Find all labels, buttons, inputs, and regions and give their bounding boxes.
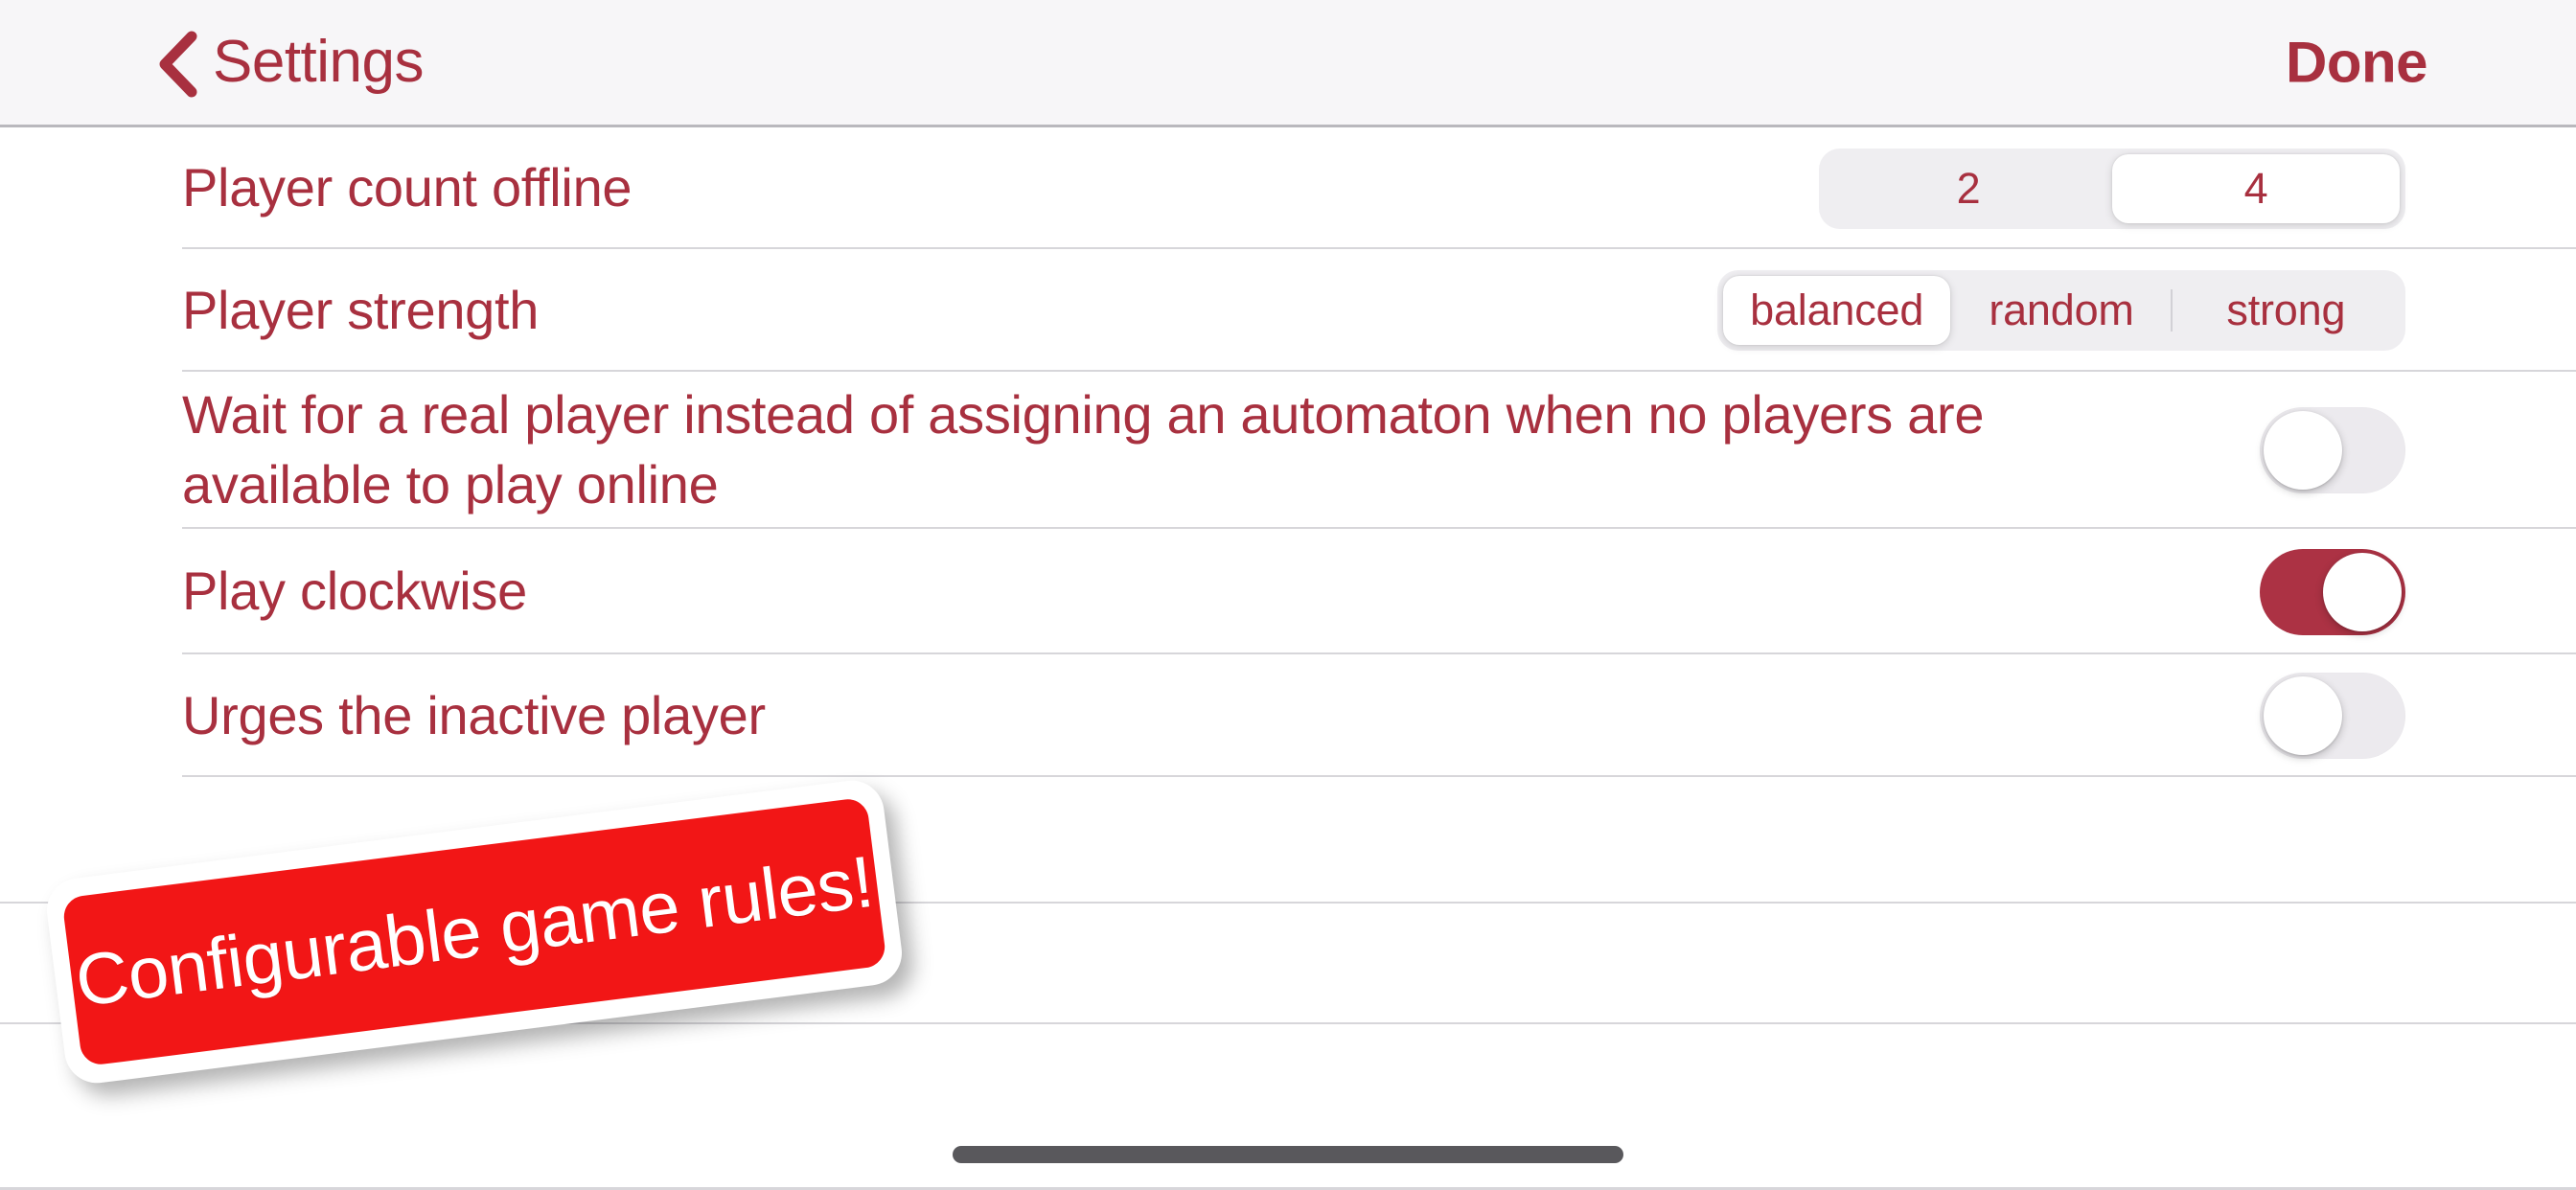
toggle-knob bbox=[2264, 411, 2342, 490]
segment-strength-balanced[interactable]: balanced bbox=[1723, 276, 1951, 345]
player-count-segmented-control[interactable]: 2 4 bbox=[1819, 148, 2405, 229]
setting-row-wait-for-real-player: Wait for a real player instead of assign… bbox=[0, 372, 2576, 529]
chevron-left-icon bbox=[153, 31, 199, 98]
back-button-label: Settings bbox=[213, 29, 425, 95]
setting-row-play-clockwise: Play clockwise bbox=[0, 529, 2576, 654]
setting-label: Wait for a real player instead of assign… bbox=[182, 384, 1985, 515]
sticker-label: Configurable game rules! bbox=[71, 840, 878, 1022]
navigation-bar: Settings Done bbox=[0, 0, 2576, 127]
setting-row-urges-inactive-player: Urges the inactive player bbox=[0, 654, 2576, 777]
setting-row-player-count-offline: Player count offline 2 4 bbox=[0, 127, 2576, 249]
segment-player-count-4[interactable]: 4 bbox=[2112, 153, 2400, 223]
back-button[interactable]: Settings bbox=[153, 27, 425, 98]
player-strength-segmented-control[interactable]: balanced random strong bbox=[1717, 270, 2405, 351]
setting-label: Player strength bbox=[182, 279, 540, 340]
settings-screen: Settings Done Player count offline 2 4 P… bbox=[0, 0, 2576, 1190]
setting-row-player-strength: Player strength balanced random strong bbox=[0, 249, 2576, 372]
done-button[interactable]: Done bbox=[2286, 30, 2428, 96]
toggle-urges-inactive-player[interactable] bbox=[2260, 673, 2405, 759]
toggle-play-clockwise[interactable] bbox=[2260, 548, 2405, 635]
setting-label: Play clockwise bbox=[182, 561, 527, 622]
toggle-knob bbox=[2323, 552, 2402, 631]
toggle-wait-for-real-player[interactable] bbox=[2260, 407, 2405, 493]
segment-player-count-2[interactable]: 2 bbox=[1825, 154, 2112, 223]
home-indicator[interactable] bbox=[953, 1146, 1623, 1163]
segment-strength-strong[interactable]: strong bbox=[2173, 276, 2400, 345]
toggle-knob bbox=[2264, 676, 2342, 755]
segment-strength-random[interactable]: random bbox=[1952, 276, 2170, 345]
setting-label: Player count offline bbox=[182, 157, 632, 218]
setting-label: Urges the inactive player bbox=[182, 684, 766, 745]
